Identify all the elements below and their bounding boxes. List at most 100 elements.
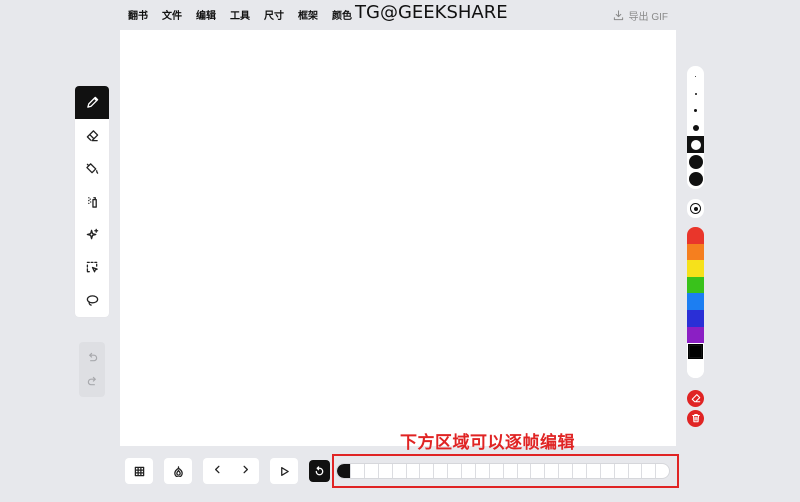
lasso-tool-button[interactable] [75,284,109,317]
redo-icon [87,376,96,386]
color-swatch[interactable] [687,243,704,261]
chevron-left-icon [214,465,220,474]
eraser-icon [691,394,700,403]
menu-item-3[interactable]: 工具 [230,7,250,22]
color-swatch[interactable] [687,260,704,277]
frame-cell[interactable] [573,464,587,478]
frame-cell[interactable] [462,464,476,478]
paint-bucket-tool-button[interactable] [75,152,109,185]
brush-size-option[interactable] [687,153,704,170]
brush-dot-icon [695,76,696,77]
clear-frame-button[interactable] [687,389,704,407]
brush-size-option[interactable] [687,170,704,187]
frame-cell[interactable] [629,464,643,478]
undo-button[interactable] [82,348,102,368]
sparkle-tool-button[interactable] [75,218,109,251]
brush-dot-icon [688,154,703,169]
pencil-icon [86,96,98,108]
annotation-text: 下方区域可以逐帧编辑 [400,433,575,452]
frame-cell[interactable] [407,464,421,478]
lasso-icon [86,295,98,306]
frame-cell[interactable] [351,464,365,478]
brush-mode-toggle[interactable] [687,199,704,218]
spray-can-icon [87,197,97,208]
previous-frame-button[interactable] [212,462,223,480]
menu-item-4[interactable]: 尺寸 [264,7,284,22]
chevron-right-icon [242,465,248,474]
menu-item-0[interactable]: 翻书 [128,7,148,22]
grid-icon [134,466,144,476]
onion-icon [173,465,183,477]
brush-size-option[interactable] [687,68,704,85]
frame-cell[interactable] [365,464,379,478]
pencil-tool-button[interactable] [75,86,109,119]
onion-skin-button[interactable] [164,458,192,484]
trash-icon [691,414,700,423]
color-swatch[interactable] [687,309,704,327]
drawing-canvas[interactable] [120,30,676,446]
frame-cell[interactable] [448,464,462,478]
brush-size-option[interactable] [687,119,704,136]
brush-dot-icon [692,124,699,131]
frame-cell[interactable] [434,464,449,478]
brush-size-option[interactable] [687,102,704,119]
export-gif-label: 导出 GIF [628,12,668,23]
paint-bucket-icon [85,163,98,174]
frame-cell[interactable] [615,464,629,478]
brush-size-option[interactable] [687,136,704,153]
color-swatch[interactable] [687,343,704,360]
brush-dot-icon [690,139,701,150]
frame-cell[interactable] [531,464,546,478]
history-panel [79,342,105,397]
play-button[interactable] [270,458,298,484]
color-swatch[interactable] [687,227,704,244]
export-gif-button[interactable]: 导出 GIF [613,8,668,23]
frame-cell[interactable] [587,464,601,478]
eraser-tool-button[interactable] [75,119,109,152]
menu-bar: 翻书 文件 编辑 工具 尺寸 框架 颜色 [128,0,366,28]
brush-dot-icon [694,109,697,112]
download-icon [613,10,623,21]
frame-cell[interactable] [420,464,435,478]
grid-button[interactable] [125,458,153,484]
frame-cell[interactable] [490,464,504,478]
frame-cell[interactable] [518,464,532,478]
loop-button[interactable] [309,460,330,482]
menu-item-1[interactable]: 文件 [162,7,182,22]
brush-size-option[interactable] [687,85,704,102]
frame-cell[interactable] [393,464,407,478]
frame-timeline [336,463,670,479]
color-list-end [687,359,704,378]
color-list [687,227,704,378]
frame-cell[interactable] [504,464,518,478]
next-frame-button[interactable] [240,462,251,480]
menu-item-5[interactable]: 框架 [298,7,318,22]
redo-button[interactable] [82,371,102,391]
play-icon [280,466,289,476]
color-swatch[interactable] [687,293,704,310]
frame-cell[interactable] [559,464,573,478]
frame-cell[interactable] [379,464,393,478]
undo-icon [88,353,97,362]
frame-cell[interactable] [601,464,615,478]
selection-icon [86,261,98,273]
frame-cell[interactable] [656,464,669,478]
refresh-icon [315,465,324,475]
brush-dot-icon [694,92,697,95]
menu-item-2[interactable]: 编辑 [196,7,216,22]
frame-cell[interactable] [642,464,657,478]
frame-cell[interactable] [337,464,351,478]
brush-size-list [687,66,704,189]
frame-cell[interactable] [476,464,490,478]
tool-panel [75,86,109,317]
target-icon [690,203,701,214]
brush-dot-icon [688,171,703,186]
selection-tool-button[interactable] [75,251,109,284]
spray-tool-button[interactable] [75,185,109,218]
color-swatch[interactable] [687,326,704,344]
delete-frame-button[interactable] [687,409,704,427]
frame-navigation [203,458,259,484]
frame-cell[interactable] [545,464,560,478]
color-swatch[interactable] [687,276,704,294]
menu-item-6[interactable]: 颜色 [332,7,352,22]
